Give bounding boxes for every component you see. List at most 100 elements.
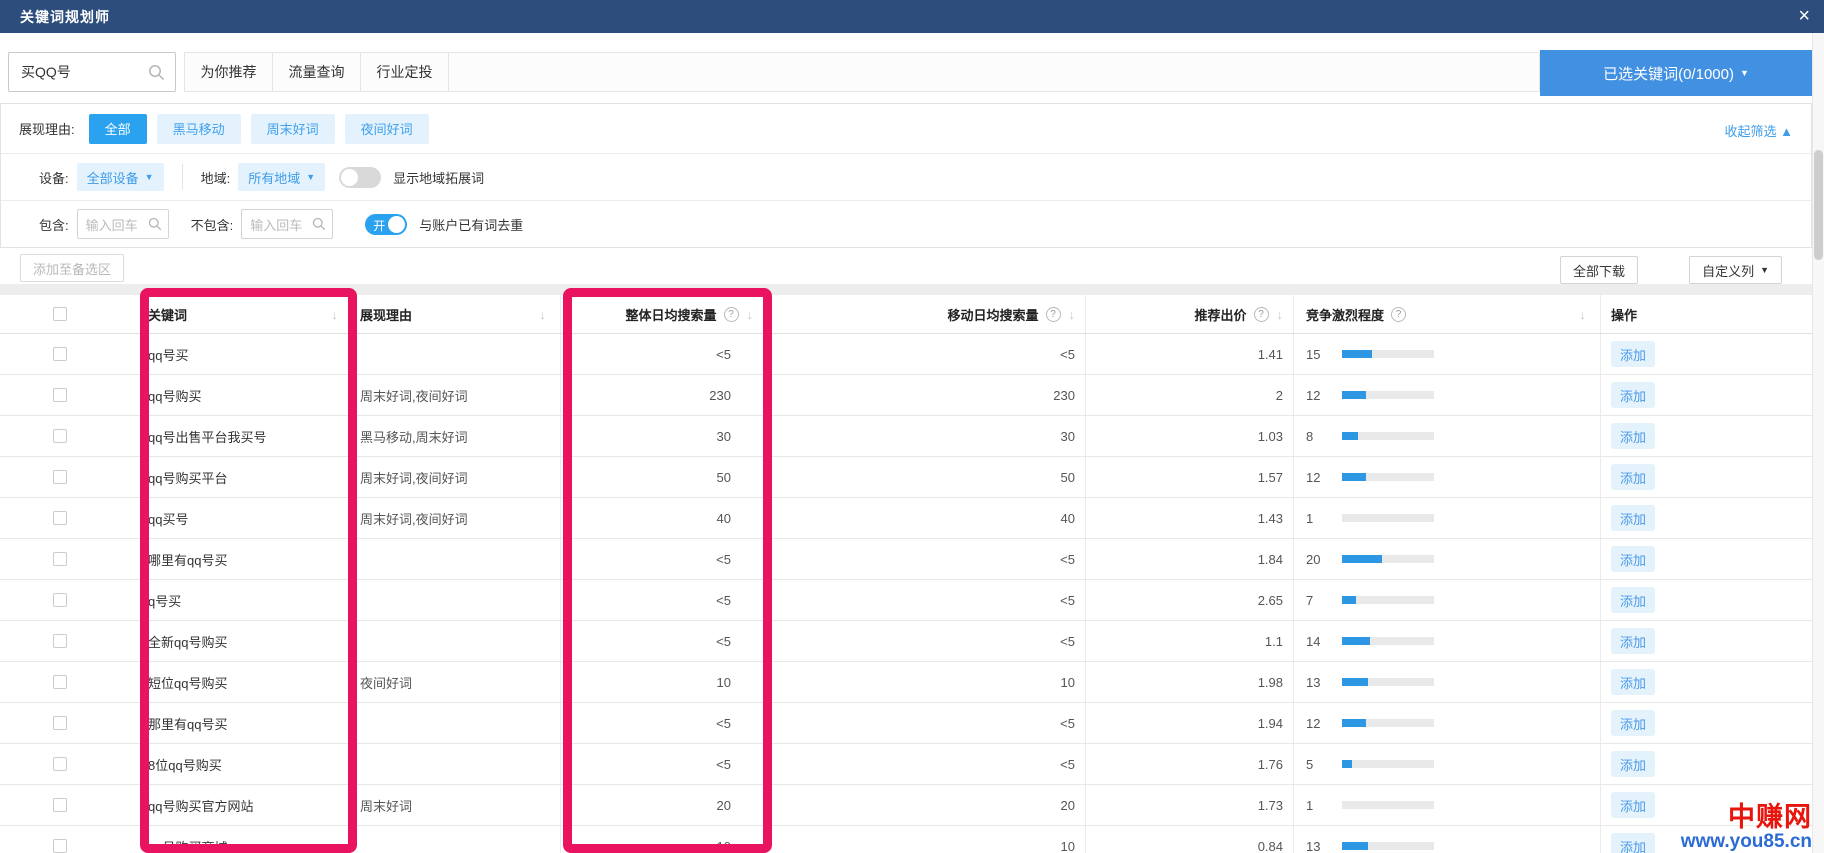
competition-bar-fill [1342, 760, 1352, 768]
tab-industry-targeting[interactable]: 行业定投 [361, 53, 449, 91]
selected-keywords-button[interactable]: 已选关键词(0/1000) ▼ [1540, 50, 1812, 96]
tab-traffic-query[interactable]: 流量查询 [273, 53, 361, 91]
row-checkbox[interactable] [53, 798, 67, 812]
add-button[interactable]: 添加 [1611, 587, 1655, 613]
keyword-text: 8位qq号购买 [148, 755, 222, 774]
help-icon[interactable]: ? [1046, 307, 1061, 322]
bid-value: 1.98 [1258, 675, 1283, 690]
competition-bar [1342, 473, 1434, 481]
keyword-table: 关键词 ↓ 展现理由 ↓ 整体日均搜索量 ? ↓ 移动日均搜索量 ? ↓ 推荐出… [0, 295, 1812, 853]
caret-down-icon: ▼ [1760, 265, 1769, 275]
reason-text: 周末好词,夜间好词 [360, 386, 468, 405]
add-button[interactable]: 添加 [1611, 628, 1655, 654]
search-icon [148, 64, 165, 81]
vertical-scrollbar[interactable] [1812, 33, 1824, 853]
chip-label: 夜间好词 [361, 119, 413, 138]
row-checkbox[interactable] [53, 552, 67, 566]
help-icon[interactable]: ? [1391, 307, 1406, 322]
bid-value: 1.94 [1258, 716, 1283, 731]
exclude-input[interactable]: 输入回车 [241, 209, 333, 239]
row-checkbox[interactable] [53, 388, 67, 402]
row-checkbox[interactable] [53, 757, 67, 771]
device-select[interactable]: 全部设备 ▼ [77, 163, 164, 191]
customize-columns-button[interactable]: 自定义列 ▼ [1689, 256, 1782, 284]
table-row: qq号购买商城 10 10 0.84 13 添加 [0, 826, 1812, 853]
table-header-row: 关键词 ↓ 展现理由 ↓ 整体日均搜索量 ? ↓ 移动日均搜索量 ? ↓ 推荐出… [0, 295, 1812, 334]
row-checkbox[interactable] [53, 593, 67, 607]
caret-down-icon: ▼ [1740, 68, 1749, 78]
overall-volume: 10 [717, 675, 731, 690]
download-all-button[interactable]: 全部下载 [1560, 256, 1638, 284]
sort-icon[interactable]: ↓ [747, 307, 754, 322]
keyword-search-input[interactable]: 买QQ号 [8, 52, 176, 92]
tab-strip: 为你推荐 流量查询 行业定投 [184, 52, 1540, 92]
scrollbar-thumb[interactable] [1814, 150, 1823, 260]
tab-label: 行业定投 [377, 62, 433, 82]
reason-chip[interactable]: 周末好词 [251, 114, 335, 144]
row-checkbox[interactable] [53, 634, 67, 648]
reason-chip[interactable]: 黑马移动 [157, 114, 241, 144]
add-button[interactable]: 添加 [1611, 792, 1655, 818]
dedupe-toggle[interactable]: 开 [365, 214, 407, 235]
device-region-row: 设备: 全部设备 ▼ 地域: 所有地域 ▼ 显示地域拓展词 [1, 154, 1811, 201]
competition-value: 1 [1306, 511, 1342, 526]
region-expand-toggle[interactable] [339, 167, 381, 188]
competition-bar-fill [1342, 678, 1368, 686]
mobile-volume: 10 [1061, 675, 1075, 690]
bid-value: 1.57 [1258, 470, 1283, 485]
add-button[interactable]: 添加 [1611, 382, 1655, 408]
row-checkbox[interactable] [53, 429, 67, 443]
overall-volume: <5 [716, 716, 731, 731]
mobile-volume: <5 [1060, 757, 1075, 772]
add-button[interactable]: 添加 [1611, 833, 1655, 853]
reason-filter-row: 展现理由: 全部 黑马移动 周末好词 夜间好词 收起筛选 ▲ [1, 104, 1811, 154]
row-checkbox[interactable] [53, 839, 67, 853]
help-icon[interactable]: ? [724, 307, 739, 322]
mobile-volume: 30 [1061, 429, 1075, 444]
table-row: 短位qq号购买 夜间好词 10 10 1.98 13 添加 [0, 662, 1812, 703]
mobile-volume: <5 [1060, 347, 1075, 362]
keyword-text: qq号购买 [148, 386, 201, 405]
add-button[interactable]: 添加 [1611, 341, 1655, 367]
row-checkbox[interactable] [53, 511, 67, 525]
bid-value: 1.1 [1265, 634, 1283, 649]
overall-volume: <5 [716, 593, 731, 608]
table-row: 哪里有qq号买 <5 <5 1.84 20 添加 [0, 539, 1812, 580]
select-all-checkbox[interactable] [53, 307, 67, 321]
sort-icon[interactable]: ↓ [540, 307, 547, 322]
close-icon[interactable]: × [1798, 6, 1810, 26]
sort-icon[interactable]: ↓ [332, 307, 339, 322]
add-to-candidates-button[interactable]: 添加至备选区 [20, 254, 124, 282]
add-button[interactable]: 添加 [1611, 710, 1655, 736]
reason-chip[interactable]: 夜间好词 [345, 114, 429, 144]
overall-volume: 20 [717, 798, 731, 813]
overall-volume: 30 [717, 429, 731, 444]
sort-icon[interactable]: ↓ [1069, 307, 1076, 322]
competition-bar [1342, 637, 1434, 645]
sort-icon[interactable]: ↓ [1277, 307, 1284, 322]
device-label: 设备: [39, 168, 69, 187]
search-icon [148, 217, 162, 231]
help-icon[interactable]: ? [1254, 307, 1269, 322]
include-input[interactable]: 输入回车 [77, 209, 169, 239]
row-checkbox[interactable] [53, 716, 67, 730]
keyword-text: q号买 [148, 591, 181, 610]
add-button[interactable]: 添加 [1611, 751, 1655, 777]
competition-bar [1342, 514, 1434, 522]
add-button[interactable]: 添加 [1611, 669, 1655, 695]
row-checkbox[interactable] [53, 675, 67, 689]
add-button[interactable]: 添加 [1611, 546, 1655, 572]
competition-value: 20 [1306, 552, 1342, 567]
tab-recommend[interactable]: 为你推荐 [185, 53, 273, 91]
reason-label: 展现理由: [19, 119, 75, 138]
add-button[interactable]: 添加 [1611, 464, 1655, 490]
row-checkbox[interactable] [53, 470, 67, 484]
row-checkbox[interactable] [53, 347, 67, 361]
collapse-filters-link[interactable]: 收起筛选 ▲ [1725, 121, 1793, 140]
region-select[interactable]: 所有地域 ▼ [238, 163, 325, 191]
add-button[interactable]: 添加 [1611, 505, 1655, 531]
sort-icon[interactable]: ↓ [1580, 307, 1587, 322]
add-button[interactable]: 添加 [1611, 423, 1655, 449]
competition-bar-fill [1342, 432, 1358, 440]
reason-chip[interactable]: 全部 [89, 114, 147, 144]
